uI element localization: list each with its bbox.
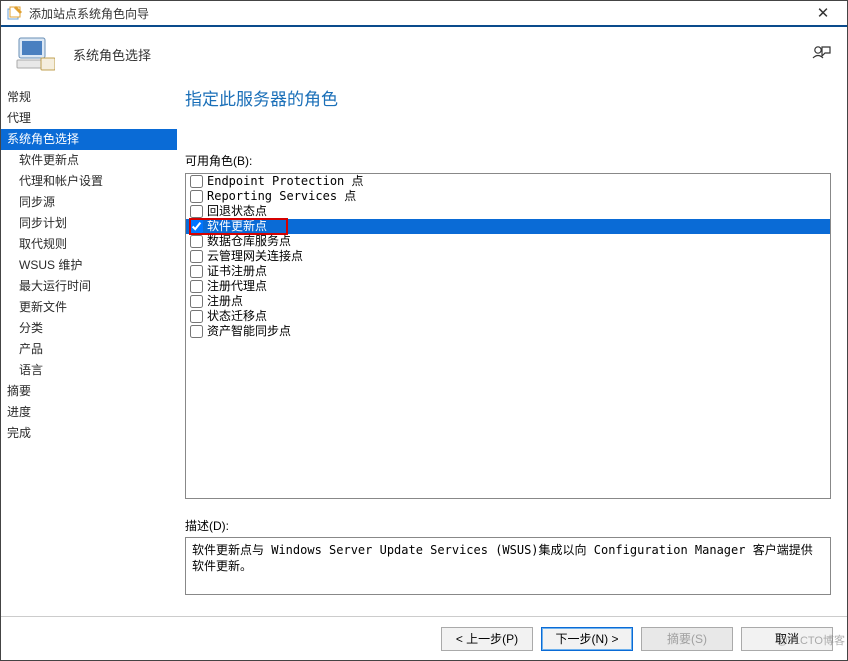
previous-button[interactable]: < 上一步(P): [441, 627, 533, 651]
sidebar-item[interactable]: 同步源: [1, 192, 177, 213]
role-row[interactable]: 软件更新点: [186, 219, 830, 234]
role-label: Reporting Services 点: [207, 189, 356, 204]
role-label: 软件更新点: [207, 219, 267, 234]
role-label: 注册代理点: [207, 279, 267, 294]
page-title: 指定此服务器的角色: [185, 85, 831, 110]
role-row[interactable]: 证书注册点: [186, 264, 830, 279]
role-row[interactable]: 状态迁移点: [186, 309, 830, 324]
role-checkbox[interactable]: [190, 325, 203, 338]
sidebar-item[interactable]: 代理: [1, 108, 177, 129]
sidebar-item[interactable]: 更新文件: [1, 297, 177, 318]
role-checkbox[interactable]: [190, 280, 203, 293]
role-row[interactable]: 注册点: [186, 294, 830, 309]
sidebar-item[interactable]: 完成: [1, 423, 177, 444]
role-label: 状态迁移点: [207, 309, 267, 324]
role-checkbox[interactable]: [190, 295, 203, 308]
sidebar-item[interactable]: 最大运行时间: [1, 276, 177, 297]
sidebar-item[interactable]: WSUS 维护: [1, 255, 177, 276]
header-title: 系统角色选择: [73, 45, 151, 64]
summary-button: 摘要(S): [641, 627, 733, 651]
sidebar-item[interactable]: 同步计划: [1, 213, 177, 234]
role-row[interactable]: 资产智能同步点: [186, 324, 830, 339]
role-checkbox[interactable]: [190, 220, 203, 233]
role-checkbox[interactable]: [190, 265, 203, 278]
role-row[interactable]: 云管理网关连接点: [186, 249, 830, 264]
role-checkbox[interactable]: [190, 310, 203, 323]
role-label: 回退状态点: [207, 204, 267, 219]
role-label: 数据仓库服务点: [207, 234, 291, 249]
available-roles-listbox[interactable]: Endpoint Protection 点Reporting Services …: [185, 173, 831, 499]
role-checkbox[interactable]: [190, 250, 203, 263]
close-button[interactable]: ✕: [805, 4, 841, 22]
wizard-footer: < 上一步(P) 下一步(N) > 摘要(S) 取消: [1, 616, 847, 660]
role-label: 资产智能同步点: [207, 324, 291, 339]
sidebar-item[interactable]: 进度: [1, 402, 177, 423]
role-row[interactable]: Reporting Services 点: [186, 189, 830, 204]
wizard-header: 系统角色选择: [1, 27, 847, 81]
sidebar-item[interactable]: 产品: [1, 339, 177, 360]
sidebar-item[interactable]: 系统角色选择: [1, 129, 177, 150]
description-label: 描述(D):: [185, 517, 831, 534]
feedback-icon[interactable]: [811, 43, 833, 65]
wizard-nav-sidebar: 常规代理系统角色选择软件更新点代理和帐户设置同步源同步计划取代规则WSUS 维护…: [1, 81, 177, 611]
role-checkbox[interactable]: [190, 175, 203, 188]
sidebar-item[interactable]: 摘要: [1, 381, 177, 402]
sidebar-item[interactable]: 代理和帐户设置: [1, 171, 177, 192]
next-button[interactable]: 下一步(N) >: [541, 627, 633, 651]
main-panel: 指定此服务器的角色 可用角色(B): Endpoint Protection 点…: [177, 81, 847, 611]
sidebar-item[interactable]: 取代规则: [1, 234, 177, 255]
role-row[interactable]: 注册代理点: [186, 279, 830, 294]
description-box: 软件更新点与 Windows Server Update Services (W…: [185, 537, 831, 595]
wizard-icon: [7, 5, 23, 21]
role-label: Endpoint Protection 点: [207, 174, 364, 189]
role-row[interactable]: 回退状态点: [186, 204, 830, 219]
role-label: 注册点: [207, 294, 243, 309]
role-checkbox[interactable]: [190, 190, 203, 203]
sidebar-item[interactable]: 常规: [1, 87, 177, 108]
window-title: 添加站点系统角色向导: [29, 5, 805, 22]
sidebar-item[interactable]: 软件更新点: [1, 150, 177, 171]
available-roles-label: 可用角色(B):: [185, 152, 831, 169]
cancel-button[interactable]: 取消: [741, 627, 833, 651]
sidebar-item[interactable]: 分类: [1, 318, 177, 339]
role-label: 云管理网关连接点: [207, 249, 303, 264]
role-checkbox[interactable]: [190, 235, 203, 248]
role-label: 证书注册点: [207, 264, 267, 279]
role-checkbox[interactable]: [190, 205, 203, 218]
computer-icon: [15, 34, 55, 74]
role-row[interactable]: 数据仓库服务点: [186, 234, 830, 249]
title-bar: 添加站点系统角色向导 ✕: [1, 1, 847, 27]
sidebar-item[interactable]: 语言: [1, 360, 177, 381]
role-row[interactable]: Endpoint Protection 点: [186, 174, 830, 189]
